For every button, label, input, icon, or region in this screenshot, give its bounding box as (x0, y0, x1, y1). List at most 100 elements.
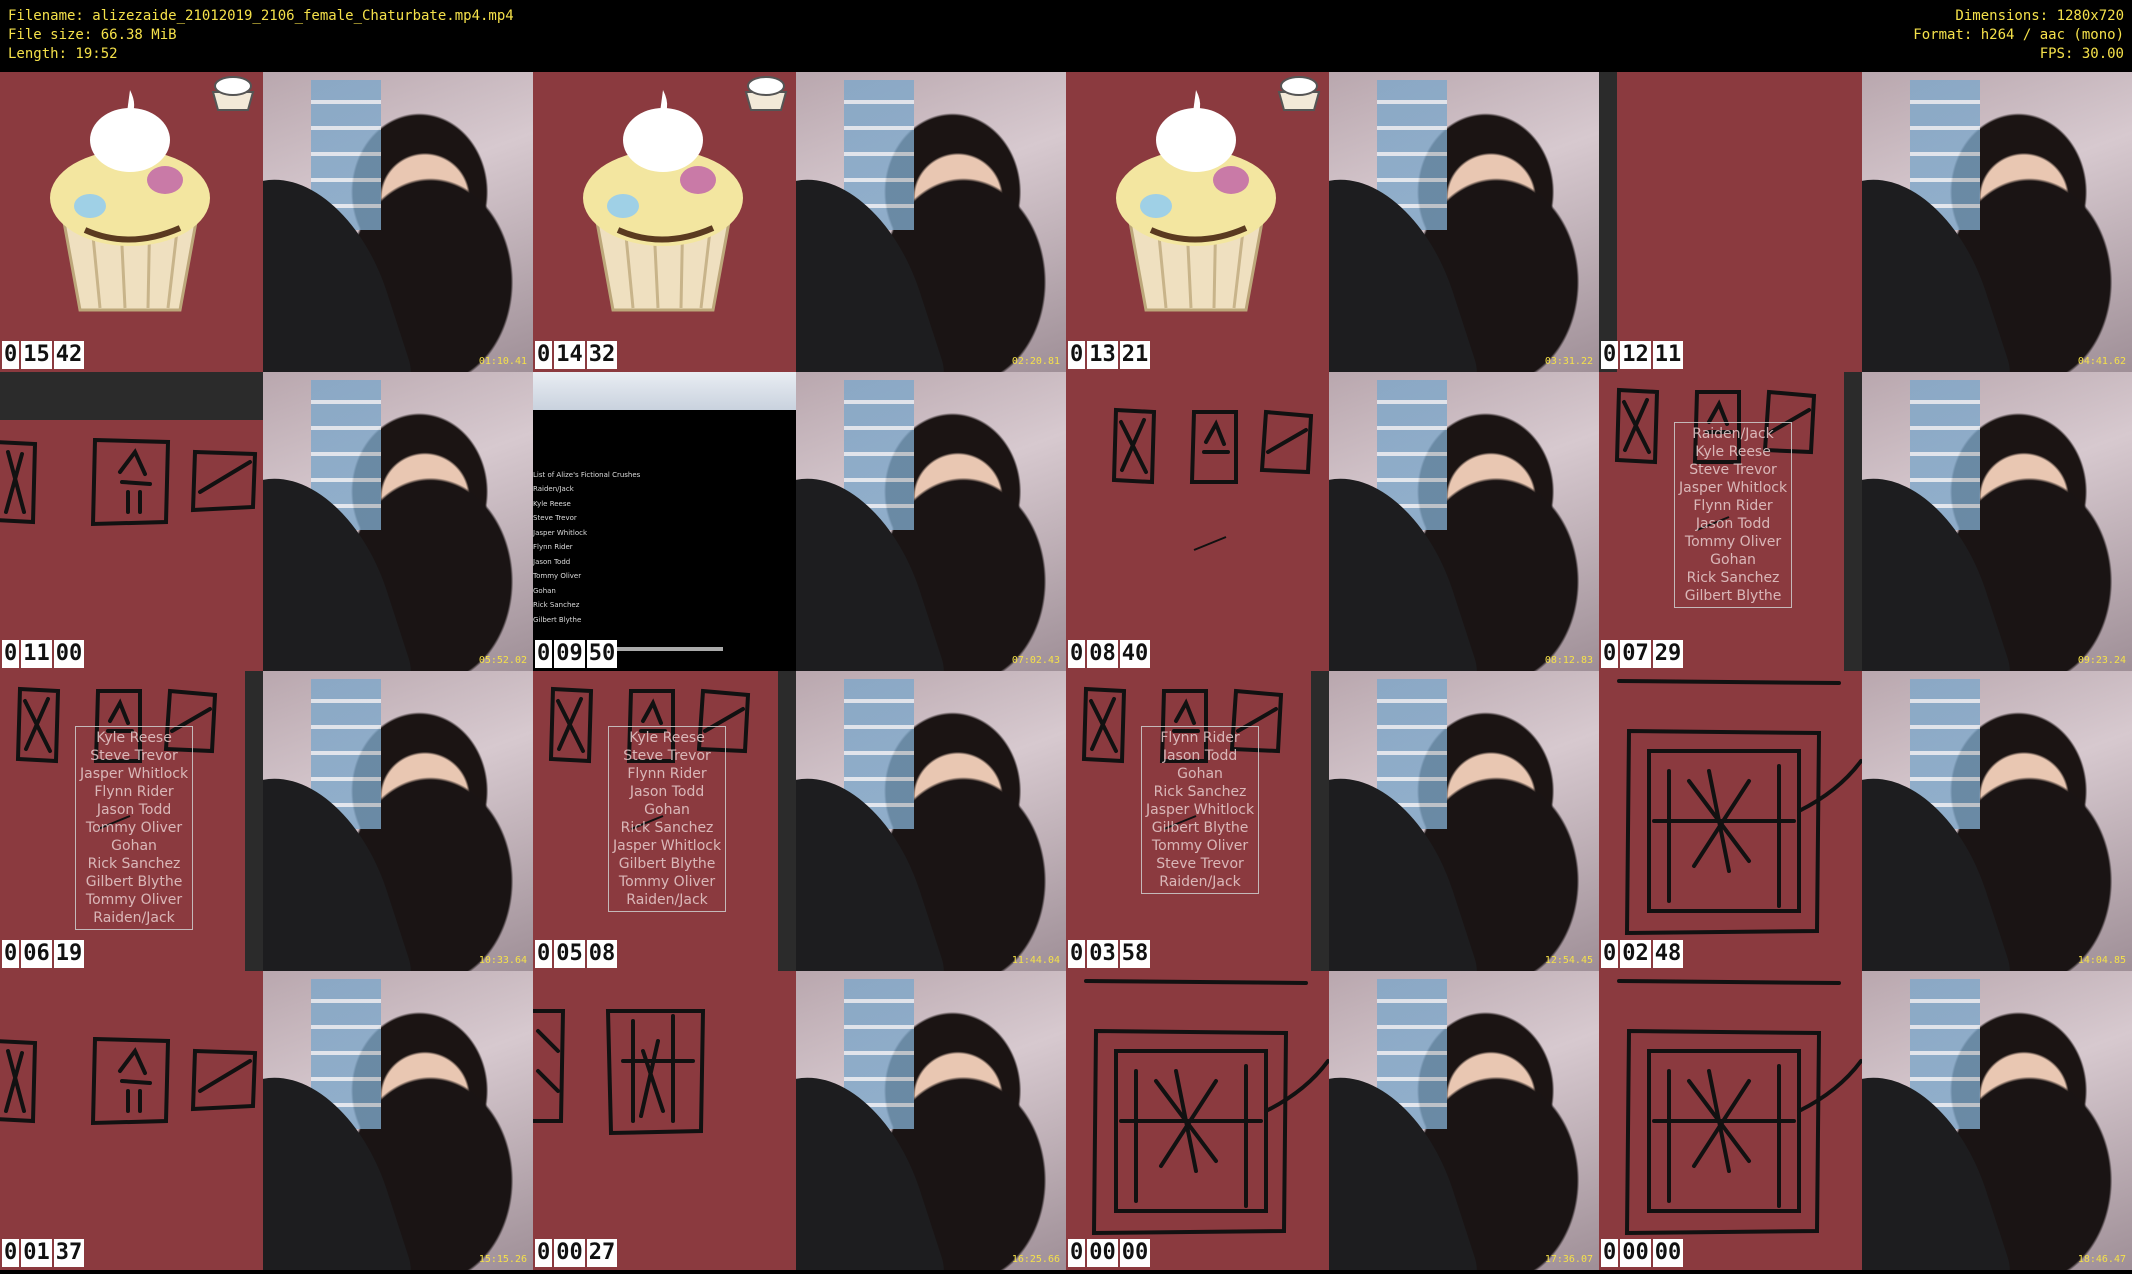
countdown-clock: 0 00 00 (1068, 1239, 1151, 1267)
clock-digit: 08 (586, 939, 618, 968)
webcam-thumbnail: 17:36.07 (1329, 970, 1599, 1270)
thumbnail-grid: 0 15 42 01:10.41 0 14 32 02:20.81 0 13 2… (0, 72, 2132, 1274)
clock-digit: 48 (1652, 939, 1684, 968)
names-list-item: Raiden/Jack (1692, 425, 1774, 442)
clock-digit: 50 (586, 640, 618, 668)
names-list-item: Tommy Oliver (1151, 838, 1249, 854)
names-list-item: Jasper Whitlock (1146, 802, 1255, 818)
names-list-item: Kyle Reese (96, 730, 172, 746)
clock-digit: 00 (53, 640, 85, 668)
clock-digit: 42 (53, 340, 85, 369)
names-list: Kyle Reese Steve Trevor Flynn Rider Jason T… (608, 726, 727, 912)
countdown-clock: 0 12 11 (1601, 340, 1684, 369)
clock-digit: 00 (1087, 1239, 1118, 1267)
screen-thumbnail: List of Alize's Fictional Crushes Raiden/… (533, 371, 796, 671)
clock-digit: 0 (535, 340, 553, 369)
clock-digit: 06 (21, 939, 52, 968)
clock-digit: 0 (2, 1239, 20, 1267)
clock-digit: 14 (554, 340, 585, 369)
webcam-thumbnail: 01:10.41 (263, 72, 533, 372)
countdown-clock: 0 09 50 (535, 640, 618, 668)
clock-digit: 13 (1087, 340, 1118, 369)
clock-digit: 0 (1068, 640, 1086, 668)
names-list-item: Flynn Rider (1693, 497, 1773, 514)
names-list-item: Jason Todd (96, 802, 172, 818)
screen-thumbnail: 0 02 48 (1599, 671, 1862, 971)
names-list-item: Rick Sanchez (87, 856, 181, 872)
clock-digit: 11 (21, 640, 52, 668)
screen-thumbnail: Kyle Reese Steve Trevor Flynn Rider Jason T… (533, 671, 796, 971)
names-list-item: Tommy Oliver (85, 820, 183, 836)
timestamp: 07:02.43 (1011, 655, 1060, 666)
clock-digit: 0 (535, 640, 553, 668)
sketch-drawing (533, 1008, 706, 1135)
clock-digit: 27 (586, 1239, 618, 1267)
clock-digit: 0 (1601, 939, 1619, 968)
webcam-thumbnail: 03:31.22 (1329, 72, 1599, 372)
clock-digit: 09 (554, 640, 585, 668)
document-line: Kyle Reese (533, 499, 571, 508)
names-list-item: Gohan (1177, 766, 1223, 782)
names-list-item: Gilbert Blythe (85, 874, 183, 890)
clock-digit: 05 (554, 939, 585, 968)
screen-thumbnail: 0 15 42 (0, 72, 263, 372)
clock-digit: 08 (1087, 640, 1118, 668)
timestamp: 15:15.26 (478, 1254, 527, 1265)
screen-thumbnail: 0 00 27 (533, 970, 796, 1270)
webcam-thumbnail: 15:15.26 (263, 970, 533, 1270)
clock-digit: 0 (1068, 939, 1086, 968)
cupcake-icon (50, 90, 210, 312)
timestamp: 03:31.22 (1544, 355, 1593, 367)
names-list-item: Rick Sanchez (620, 820, 714, 836)
clock-digit: 00 (554, 1239, 585, 1267)
document-title: List of Alize's Fictional Crushes (533, 470, 641, 479)
clock-digit: 32 (586, 340, 618, 369)
clock-digit: 02 (1620, 939, 1651, 968)
format-text: Format: h264 / aac (mono) (1913, 27, 2124, 43)
sketch-drawing (0, 437, 258, 526)
screen-thumbnail: Kyle Reese Steve Trevor Jasper Whitlock Fly… (0, 671, 263, 971)
screen-thumbnail: Raiden/Jack Kyle Reese Steve Trevor Jasper … (1599, 371, 1862, 671)
names-list-item: Kyle Reese (1695, 443, 1771, 460)
clock-digit: 0 (2, 340, 20, 369)
timestamp: 02:20.81 (1011, 355, 1060, 367)
clock-digit: 0 (535, 1239, 553, 1267)
countdown-clock: 0 11 00 (2, 640, 85, 668)
countdown-clock: 0 08 40 (1068, 640, 1151, 668)
screen-thumbnail: 0 08 40 (1066, 371, 1329, 671)
timestamp: 18:46.47 (2077, 1254, 2126, 1265)
names-list: Flynn Rider Jason Todd Gohan Rick Sanchez Ja… (1141, 726, 1260, 894)
clock-digit: 12 (1620, 340, 1651, 369)
names-list-item: Jason Todd (1695, 515, 1771, 532)
screen-thumbnail: Flynn Rider Jason Todd Gohan Rick Sanchez Ja… (1066, 671, 1329, 971)
names-list-item: Rick Sanchez (1153, 784, 1247, 800)
document-line: Jasper Whitlock (533, 528, 588, 537)
names-list-item: Tommy Oliver (1684, 533, 1782, 550)
names-list-item: Gohan (644, 802, 690, 818)
timestamp: 17:36.07 (1544, 1254, 1593, 1265)
clock-digit: 00 (1119, 1239, 1151, 1267)
names-list: Kyle Reese Steve Trevor Jasper Whitlock Fly… (75, 726, 194, 930)
sketch-drawing (1111, 407, 1314, 551)
document-line: Flynn Rider (533, 543, 573, 551)
webcam-thumbnail: 02:20.81 (796, 72, 1066, 372)
mini-cupcake-icon (1277, 76, 1321, 111)
timestamp: 08:12.83 (1544, 655, 1593, 666)
cupcake-icon (1116, 90, 1276, 312)
document-line: Gohan (533, 586, 556, 595)
clock-digit: 0 (1068, 1239, 1086, 1267)
info-right: Dimensions: 1280x720 Format: h264 / aac … (1913, 7, 2124, 64)
names-list-item: Steve Trevor (1689, 461, 1777, 478)
clock-digit: 0 (2, 939, 20, 968)
countdown-clock: 0 07 29 (1601, 640, 1684, 668)
countdown-clock: 0 14 32 (535, 340, 618, 369)
word-ribbon (533, 371, 796, 410)
webcam-thumbnail: 08:12.83 (1329, 371, 1599, 671)
timestamp: 10:33.64 (478, 954, 527, 966)
names-list-item: Raiden/Jack (626, 892, 708, 908)
webcam-thumbnail: 11:44.04 (796, 671, 1066, 971)
sketch-drawing (1617, 978, 1862, 1235)
webcam-thumbnail: 12:54.45 (1329, 671, 1599, 971)
countdown-clock: 0 00 27 (535, 1239, 618, 1267)
names-list-item: Steve Trevor (623, 748, 711, 764)
